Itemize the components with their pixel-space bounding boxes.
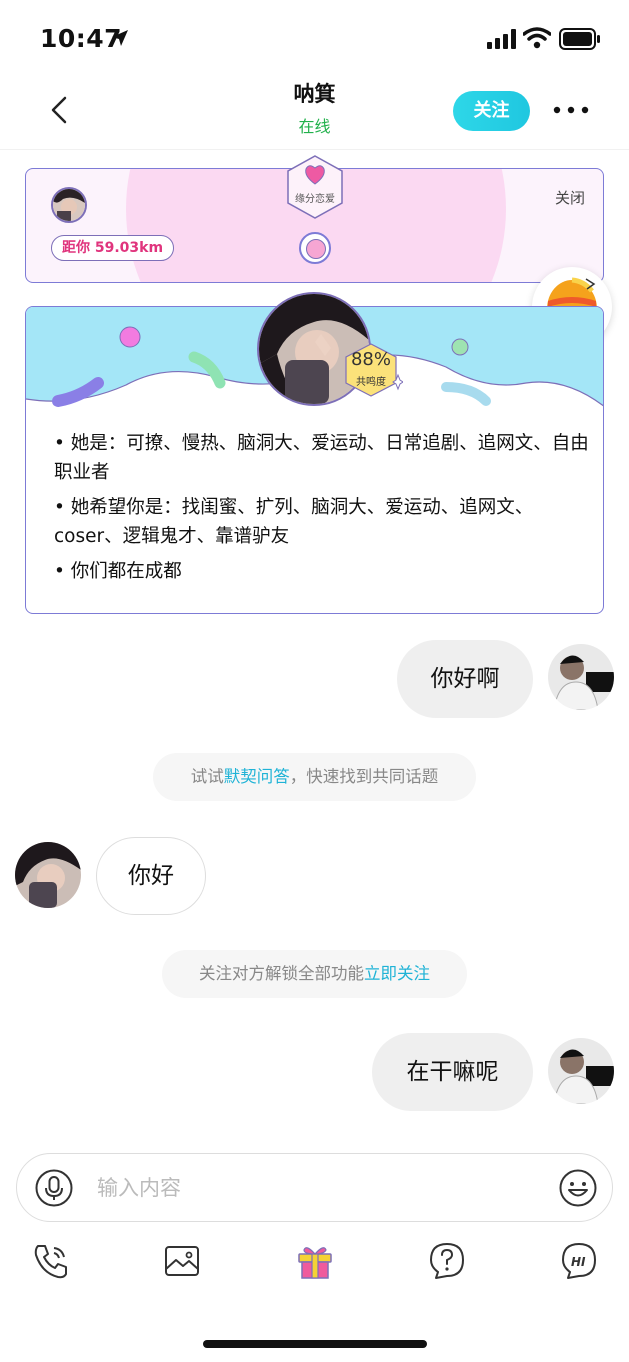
bottom-toolbar: HI — [0, 1240, 629, 1290]
system-tip-quiz: 试试默契问答，快速找到共同话题 — [153, 753, 476, 801]
resonance-score: 88% — [350, 349, 391, 370]
nav-bar: 呐箕 在线 关注 — [0, 70, 629, 150]
resonance-label: 共鸣度 — [356, 377, 386, 388]
quiz-link[interactable]: 默契问答 — [224, 767, 290, 786]
tip-follow-prefix: 关注对方解锁全部功能 — [199, 964, 364, 983]
match-badge-label: 缘分恋爱 — [295, 194, 335, 205]
signal-icon — [487, 29, 516, 49]
other-message-bubble[interactable]: 你好 — [96, 837, 206, 915]
phone-call-icon[interactable] — [30, 1240, 72, 1282]
message-input-bar — [16, 1153, 613, 1222]
more-icon[interactable] — [550, 98, 592, 122]
my-avatar[interactable] — [548, 644, 614, 710]
other-avatar[interactable] — [15, 842, 81, 908]
online-status: 在线 — [298, 117, 331, 136]
image-icon[interactable] — [161, 1240, 203, 1282]
emoji-icon[interactable] — [559, 1169, 597, 1207]
follow-now-link[interactable]: 立即关注 — [364, 964, 430, 983]
gift-icon[interactable] — [294, 1240, 336, 1282]
hi-icon[interactable]: HI — [558, 1240, 600, 1282]
battery-icon — [559, 28, 600, 50]
home-indicator — [203, 1340, 427, 1348]
status-time: 10:47 — [40, 24, 123, 53]
microphone-icon[interactable] — [35, 1169, 73, 1207]
svg-text:HI: HI — [571, 1255, 586, 1269]
my-message-bubble[interactable]: 在干嘛呢 — [372, 1033, 533, 1111]
follow-button[interactable]: 关注 — [453, 91, 530, 131]
status-bar: 10:47 — [0, 0, 629, 78]
profile-description: • 她是：可撩、慢热、脑洞大、爱运动、日常追剧、追网文、自由职业者 • 她希望你… — [54, 429, 589, 592]
heart-hex-icon — [287, 155, 343, 219]
profile-line-location: • 你们都在成都 — [54, 561, 182, 582]
tip-quiz-suffix: ，快速找到共同话题 — [289, 767, 439, 786]
close-button[interactable]: 关闭 — [555, 187, 585, 208]
wifi-icon — [523, 27, 551, 49]
my-message-bubble[interactable]: 你好啊 — [397, 640, 533, 718]
distance-badge: 距你 59.03km — [51, 235, 175, 261]
my-avatar[interactable] — [548, 1038, 614, 1104]
question-icon[interactable] — [426, 1240, 468, 1282]
location-arrow-icon — [112, 30, 128, 46]
profile-line-traits: • 她是：可撩、慢热、脑洞大、爱运动、日常追剧、追网文、自由职业者 — [54, 433, 589, 483]
match-center-dot — [299, 232, 331, 264]
page-title: 呐箕 — [293, 82, 336, 106]
match-avatar — [51, 187, 87, 223]
message-input[interactable] — [97, 1166, 527, 1210]
system-tip-follow: 关注对方解锁全部功能立即关注 — [162, 950, 467, 998]
profile-line-wishes: • 她希望你是：找闺蜜、扩列、脑洞大、爱运动、追网文、coser、逻辑鬼才、靠谱… — [54, 497, 534, 547]
tip-quiz-prefix: 试试 — [190, 767, 224, 786]
